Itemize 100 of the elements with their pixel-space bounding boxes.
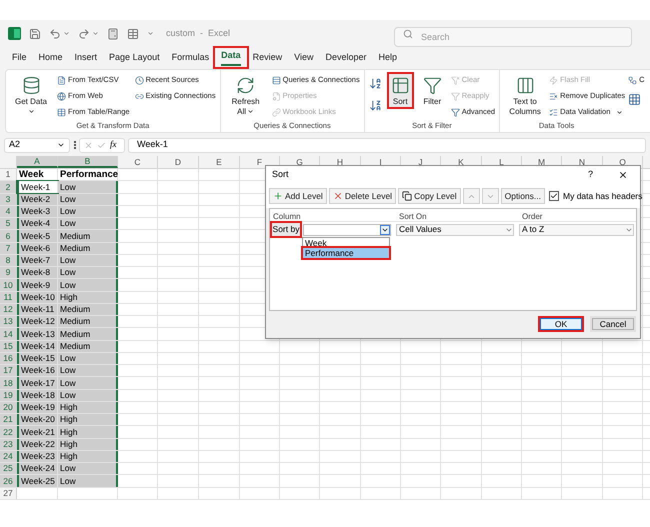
plus-icon	[273, 191, 283, 201]
table-cell: Week-1	[17, 181, 58, 192]
formula-field[interactable]: Week-1	[128, 138, 646, 152]
row-header[interactable]: 22	[0, 426, 17, 438]
row-header[interactable]: 1	[0, 169, 17, 180]
table-cell: Week-25	[17, 475, 58, 486]
row-header[interactable]: 7	[0, 242, 17, 254]
ribbon-tab[interactable]: Formulas	[166, 48, 216, 67]
row-header[interactable]: 19	[0, 390, 17, 401]
ribbon-tab[interactable]: Insert	[68, 48, 104, 67]
column-header[interactable]: B	[58, 156, 118, 168]
row-header[interactable]: 9	[0, 267, 17, 278]
row-header[interactable]: 2	[0, 181, 17, 192]
table-cell: Week-11	[17, 304, 58, 315]
table-cell: Low	[58, 365, 118, 376]
row-header[interactable]: 10	[0, 279, 17, 290]
row-header[interactable]: 27	[0, 488, 17, 499]
table-cell: Week-8	[17, 267, 58, 278]
close-icon[interactable]	[618, 170, 628, 180]
table-cell: Week-16	[17, 365, 58, 376]
redo-icon[interactable]	[78, 28, 90, 40]
row-header[interactable]: 3	[0, 194, 17, 205]
row-header[interactable]: 24	[0, 450, 17, 462]
toolbar-button[interactable]: Add Level	[269, 188, 327, 204]
row-header[interactable]: 21	[0, 414, 17, 426]
database-icon	[22, 76, 40, 95]
row-header[interactable]: 6	[0, 230, 17, 242]
column-header[interactable]: E	[199, 156, 240, 168]
ribbon-tab[interactable]: Help	[372, 48, 404, 67]
table-cell: Low	[58, 206, 118, 217]
row-header[interactable]: 15	[0, 340, 17, 352]
ribbon-tab[interactable]: Review	[246, 48, 288, 67]
ribbon-button[interactable]: Text to Columns	[504, 72, 546, 119]
row-header[interactable]: 17	[0, 365, 17, 376]
ribbon-tab[interactable]: Data	[215, 48, 247, 67]
row-header[interactable]: 18	[0, 377, 17, 388]
order-dropdown[interactable]: A to Z	[519, 224, 634, 236]
table-cell: Week-23	[17, 450, 58, 462]
undo-icon[interactable]	[49, 28, 61, 40]
ribbon-tab[interactable]: File	[6, 48, 33, 67]
help-button[interactable]: ?	[588, 168, 593, 182]
search-icon	[403, 28, 413, 38]
row-header[interactable]: 11	[0, 292, 17, 303]
row-header[interactable]: 4	[0, 206, 17, 217]
dialog-button[interactable]: OK	[538, 316, 584, 332]
dropdown-option[interactable]: Performance	[303, 248, 389, 258]
ribbon-tab[interactable]: View	[288, 48, 320, 67]
table-cell: Low	[58, 475, 118, 486]
column-dropdown[interactable]	[303, 224, 391, 236]
row-header[interactable]: 23	[0, 438, 17, 450]
save-icon[interactable]	[29, 28, 41, 40]
table-cell: High	[58, 402, 118, 413]
ribbon-tab[interactable]: Home	[32, 48, 69, 67]
insert-function-button[interactable]: fx	[110, 138, 116, 152]
headers-checkbox[interactable]: My data has headers	[549, 190, 646, 202]
column-header[interactable]: D	[158, 156, 199, 168]
row-header[interactable]: 20	[0, 402, 17, 413]
ribbon-button[interactable]: Get Data	[10, 72, 52, 119]
row-header[interactable]: 16	[0, 352, 17, 364]
search-field[interactable]: Search	[394, 26, 632, 46]
customize-icon[interactable]	[147, 30, 154, 37]
toolbar-button[interactable]: Copy Level	[398, 188, 461, 204]
caret-icon[interactable]	[92, 30, 99, 37]
row-header[interactable]: 25	[0, 463, 17, 474]
caret-icon	[616, 108, 624, 116]
more-icon	[73, 141, 76, 149]
row-header[interactable]: 13	[0, 316, 17, 328]
ribbon-tab[interactable]: Page Layout	[103, 48, 166, 67]
dialog-button[interactable]: Cancel	[590, 316, 636, 332]
row-header[interactable]: 12	[0, 304, 17, 315]
row-header[interactable]: 14	[0, 328, 17, 340]
row-header[interactable]: 8	[0, 254, 17, 266]
delete-icon	[332, 191, 343, 201]
column-header[interactable]: A	[17, 156, 58, 168]
dropdown-option[interactable]: Week	[303, 238, 389, 248]
ribbon-tab[interactable]: Developer	[320, 48, 373, 67]
table-cell: Medium	[58, 304, 118, 315]
ribbon-button[interactable]: Refresh All	[224, 72, 267, 119]
row-header[interactable]: 5	[0, 218, 17, 230]
dialog-title: Sort	[272, 168, 290, 182]
table-cell: Week-17	[17, 377, 58, 388]
table-icon[interactable]	[127, 28, 139, 40]
row-header[interactable]: 26	[0, 475, 17, 486]
ribbon-button[interactable]: Filter	[418, 72, 446, 109]
ribbon-button[interactable]: Sort	[386, 72, 414, 109]
caret-icon[interactable]	[63, 30, 70, 37]
column-header[interactable]: C	[118, 156, 158, 168]
toolbar-button[interactable]: Options...	[500, 188, 545, 204]
column-heading: Column	[272, 211, 302, 221]
link-icon	[272, 108, 281, 116]
table-cell: High	[58, 292, 118, 303]
table-cell: Low	[58, 279, 118, 290]
refresh-icon	[236, 76, 256, 95]
sort-on-dropdown[interactable]: Cell Values	[396, 224, 514, 236]
table-cell: Week-19	[17, 402, 58, 413]
table-cell: Week-21	[17, 426, 58, 438]
toolbar-button[interactable]: Delete Level	[328, 188, 396, 204]
form-icon[interactable]	[107, 28, 119, 40]
name-box[interactable]: A2	[4, 138, 70, 152]
table-cell: Medium	[58, 328, 118, 340]
